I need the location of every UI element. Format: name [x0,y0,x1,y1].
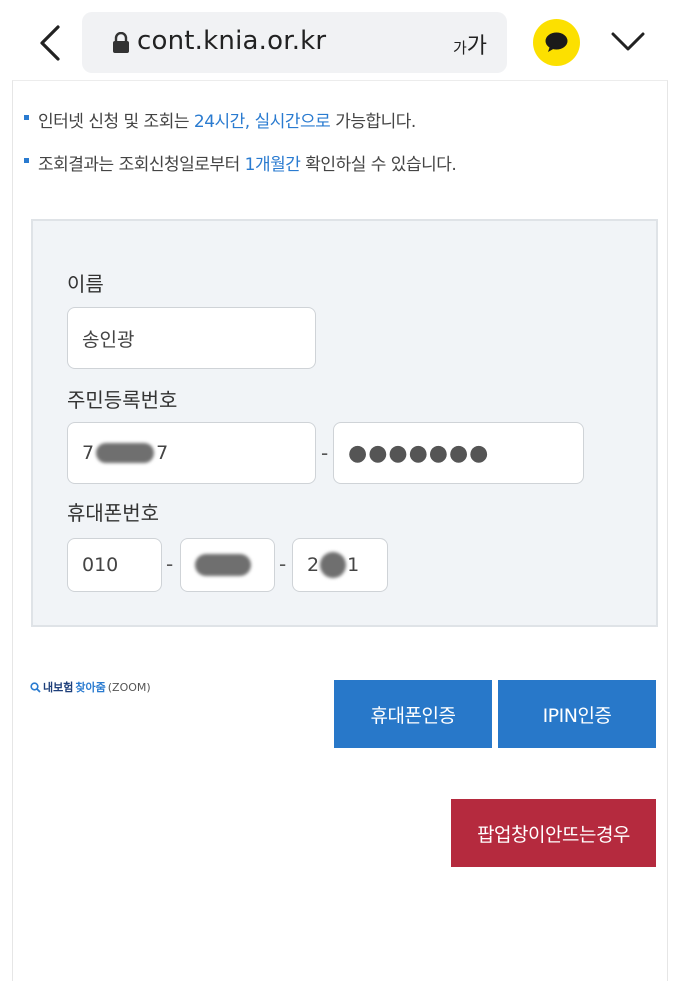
phone-prefix-input[interactable]: 010 [67,538,162,592]
address-bar[interactable]: cont.knia.or.kr 가가 [82,12,507,73]
browser-toolbar: cont.knia.or.kr 가가 [0,0,678,80]
back-arrow-icon[interactable] [36,24,68,62]
notice-1-text-end: 가능합니다. [330,112,416,132]
phone-last-end: 1 [347,554,360,576]
phone-label: 휴대폰번호 [67,501,159,525]
phone-dash-1: - [166,552,174,576]
redacted-blur [195,554,251,576]
kakao-chat-icon[interactable] [533,19,580,66]
redacted-blur [96,443,155,463]
zoom-link-part2: 찾아줌 [75,681,106,694]
phone-last-input[interactable]: 2 1 [292,538,388,592]
phone-middle-input[interactable] [180,538,275,592]
zoom-link-part1: 내보험 [43,681,74,694]
magnifier-icon [30,681,41,693]
rrn-front-start: 7 [82,442,95,464]
zoom-service-link[interactable]: 내보험 찾아줌 (ZOOM) [30,679,151,695]
font-size-button[interactable]: 가가 [453,28,487,60]
rrn-dash: - [321,441,329,465]
notice-1-text: 인터넷 신청 및 조회는 [38,112,194,132]
notice-1-highlight: 24시간, 실시간으로 [193,112,331,132]
notice-2-highlight: 1개월간 [244,155,301,175]
redacted-blur [320,552,347,578]
notice-2-text-end: 확인하실 수 있습니다. [300,155,457,175]
chevron-down-icon[interactable] [610,30,646,54]
bullet-icon [24,158,29,163]
url-text: cont.knia.or.kr [137,26,327,56]
name-label: 이름 [67,272,104,296]
name-input[interactable]: 송인광 [67,307,316,369]
rrn-front-end: 7 [156,442,169,464]
rrn-front-input[interactable]: 7 7 [67,422,316,484]
bullet-icon [24,115,29,120]
phone-last-start: 2 [307,554,320,576]
phone-auth-button[interactable]: 휴대폰인증 [334,680,492,748]
lock-icon [113,32,129,53]
popup-help-button[interactable]: 팝업창이안뜨는경우 [451,799,656,867]
font-size-small-glyph: 가 [452,39,467,57]
rrn-label: 주민등록번호 [67,388,178,412]
notice-line-1: 인터넷 신청 및 조회는 24시간, 실시간으로 가능합니다. [24,107,416,132]
notice-2-text: 조회결과는 조회신청일로부터 [38,155,245,175]
phone-dash-2: - [279,552,287,576]
font-size-large-glyph: 가 [466,34,487,59]
notice-line-2: 조회결과는 조회신청일로부터 1개월간 확인하실 수 있습니다. [24,150,457,175]
ipin-auth-button[interactable]: IPIN인증 [498,680,656,748]
rrn-back-input[interactable]: ●●●●●●● [333,422,584,484]
zoom-link-part3: (ZOOM) [107,680,151,694]
